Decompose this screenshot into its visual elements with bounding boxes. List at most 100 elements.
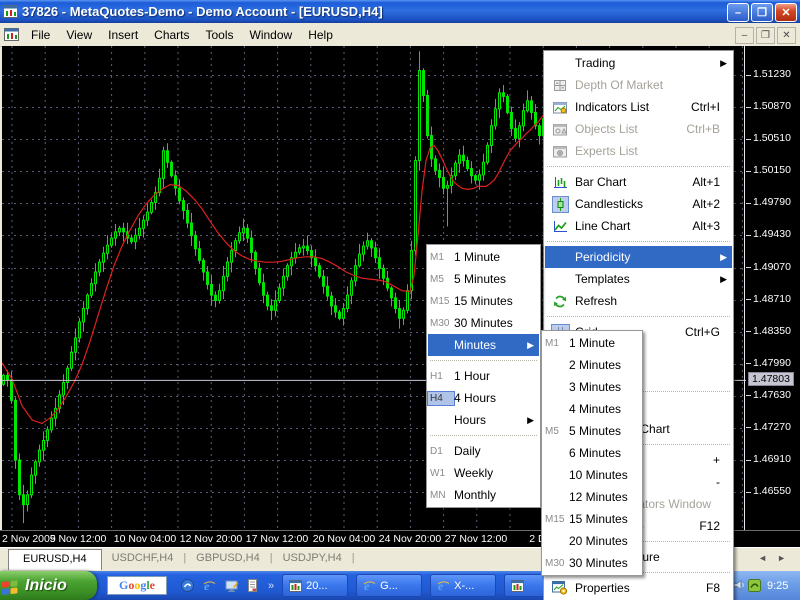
metatrader-window: 37826 - MetaQuotes-Demo - Demo Account -…: [0, 0, 800, 600]
mdi-close-button[interactable]: ✕: [777, 27, 796, 44]
menu-item-1-hour[interactable]: H11 Hour: [428, 365, 539, 387]
menu-item-templates[interactable]: Templates▶: [545, 268, 732, 290]
menu-item-12-minutes[interactable]: 12 Minutes: [543, 486, 641, 508]
tab-scroll-arrows[interactable]: ◄►: [758, 553, 796, 563]
menu-shortcut: F8: [706, 581, 720, 595]
mdi-restore-button[interactable]: ❐: [756, 27, 775, 44]
menubar-item-charts[interactable]: Charts: [146, 25, 197, 45]
menu-item-daily[interactable]: D1Daily: [428, 440, 539, 462]
menu-item-line-chart[interactable]: Line ChartAlt+3: [545, 215, 732, 237]
restore-button[interactable]: ❐: [751, 3, 773, 22]
objects-list-icon: [545, 123, 575, 136]
menu-item-minutes[interactable]: Minutes▶: [428, 334, 539, 356]
menu-item-15-minutes[interactable]: M1515 Minutes: [543, 508, 641, 530]
menu-item-label: 10 Minutes: [569, 468, 628, 482]
clock: 9:25: [767, 580, 788, 592]
desktop-icon[interactable]: [225, 579, 238, 592]
ie-icon[interactable]: e: [203, 579, 216, 592]
price-tick: [746, 203, 751, 204]
date-label: 17 Nov 12:00: [246, 533, 308, 545]
menu-item-indicators-list[interactable]: Indicators ListCtrl+I: [545, 96, 732, 118]
messenger-icon[interactable]: [181, 579, 194, 592]
menubar-item-window[interactable]: Window: [242, 25, 301, 45]
menu-shortcut: +: [713, 453, 720, 467]
price-label: 1.46550: [753, 485, 791, 497]
menu-item-4-hours[interactable]: H44 Hours: [428, 387, 539, 409]
minimize-button[interactable]: –: [727, 3, 749, 22]
chart-tab-eurusd[interactable]: EURUSD,H4: [8, 549, 102, 570]
menu-item-periodicity[interactable]: Periodicity▶: [545, 246, 732, 268]
chart-tab-usdchf[interactable]: USDCHF,H4: [102, 548, 184, 570]
chart-tab-gbpusd[interactable]: GBPUSD,H4: [186, 548, 270, 570]
menubar-item-view[interactable]: View: [58, 25, 100, 45]
google-deskbar[interactable]: Google: [107, 576, 167, 595]
menu-item-6-minutes[interactable]: 6 Minutes: [543, 442, 641, 464]
menu-item-3-minutes[interactable]: 3 Minutes: [543, 376, 641, 398]
price-tick: [746, 171, 751, 172]
price-label: 1.50150: [753, 164, 791, 176]
google-logo: Google: [119, 578, 155, 593]
menu-item-5-minutes[interactable]: M55 Minutes: [428, 268, 539, 290]
taskbar-task-3[interactable]: eX-...: [430, 574, 496, 597]
tab-divider: |: [352, 548, 355, 570]
price-axis[interactable]: 1.47803 1.512301.508701.505101.501501.49…: [746, 46, 800, 530]
menu-item-4-minutes[interactable]: 4 Minutes: [543, 398, 641, 420]
menu-item-30-minutes[interactable]: M3030 Minutes: [428, 312, 539, 334]
mdi-minimize-button[interactable]: –: [735, 27, 754, 44]
menubar-item-insert[interactable]: Insert: [100, 25, 146, 45]
menubar-item-help[interactable]: Help: [300, 25, 341, 45]
menu-item-depth-of-market[interactable]: Depth Of Market: [545, 74, 732, 96]
price-axis-border: [744, 46, 745, 530]
title-bar: 37826 - MetaQuotes-Demo - Demo Account -…: [0, 0, 800, 23]
period-badge-h1: H1: [428, 370, 454, 383]
menu-item-5-minutes[interactable]: M55 Minutes: [543, 420, 641, 442]
menu-item-refresh[interactable]: Refresh: [545, 290, 732, 312]
menu-item-label: 30 Minutes: [454, 316, 513, 330]
bar-chart-icon: [545, 176, 575, 189]
menu-item-candlesticks[interactable]: CandlesticksAlt+2: [545, 193, 732, 215]
menu-item-10-minutes[interactable]: 10 Minutes: [543, 464, 641, 486]
date-label: 10 Nov 04:00: [114, 533, 176, 545]
period-badge-m30: M30: [543, 557, 569, 570]
menu-item-15-minutes[interactable]: M1515 Minutes: [428, 290, 539, 312]
window-title: 37826 - MetaQuotes-Demo - Demo Account -…: [22, 4, 383, 19]
menu-item-label: Indicators List: [575, 100, 649, 114]
price-label: 1.50870: [753, 100, 791, 112]
menu-item-1-minute[interactable]: M11 Minute: [543, 332, 641, 354]
menu-item-label: 1 Minute: [454, 250, 500, 264]
taskbar-task-2[interactable]: eG...: [356, 574, 422, 597]
menu-item-objects-list[interactable]: Objects ListCtrl+B: [545, 118, 732, 140]
menu-item-20-minutes[interactable]: 20 Minutes: [543, 530, 641, 552]
menu-separator: [545, 312, 732, 321]
menu-item-properties[interactable]: PropertiesF8: [545, 577, 732, 599]
menu-item-bar-chart[interactable]: Bar ChartAlt+1: [545, 171, 732, 193]
chart-tab-usdjpy[interactable]: USDJPY,H4: [273, 548, 352, 570]
submenu-arrow-icon: ▶: [720, 252, 727, 263]
experts-list-icon: [545, 145, 575, 158]
menu-item-1-minute[interactable]: M11 Minute: [428, 246, 539, 268]
menu-item-label: Hours: [454, 413, 486, 427]
menu-item-monthly[interactable]: MNMonthly: [428, 484, 539, 506]
menu-item-label: Weekly: [454, 466, 493, 480]
close-button[interactable]: ✕: [775, 3, 797, 22]
price-tick: [746, 235, 751, 236]
menu-item-label: Refresh: [575, 294, 617, 308]
menu-item-label: 15 Minutes: [454, 294, 513, 308]
menu-item-weekly[interactable]: W1Weekly: [428, 462, 539, 484]
menubar-item-file[interactable]: File: [23, 25, 58, 45]
menu-item-hours[interactable]: Hours▶: [428, 409, 539, 431]
document-icon[interactable]: [247, 579, 258, 592]
start-button[interactable]: Inicio: [0, 571, 97, 600]
menu-item-label: Experts List: [575, 144, 638, 158]
menu-item-label: 15 Minutes: [569, 512, 628, 526]
messenger-green-icon: [748, 579, 761, 592]
menu-item-experts-list[interactable]: Experts List: [545, 140, 732, 162]
menu-item-trading[interactable]: Trading▶: [545, 52, 732, 74]
menubar-item-tools[interactable]: Tools: [198, 25, 242, 45]
menu-item-30-minutes[interactable]: M3030 Minutes: [543, 552, 641, 574]
taskbar-task-1[interactable]: 20...: [282, 574, 348, 597]
menu-separator: [545, 162, 732, 171]
menu-item-label: Line Chart: [575, 219, 630, 233]
mt4-mini-icon: [4, 28, 19, 41]
menu-item-2-minutes[interactable]: 2 Minutes: [543, 354, 641, 376]
